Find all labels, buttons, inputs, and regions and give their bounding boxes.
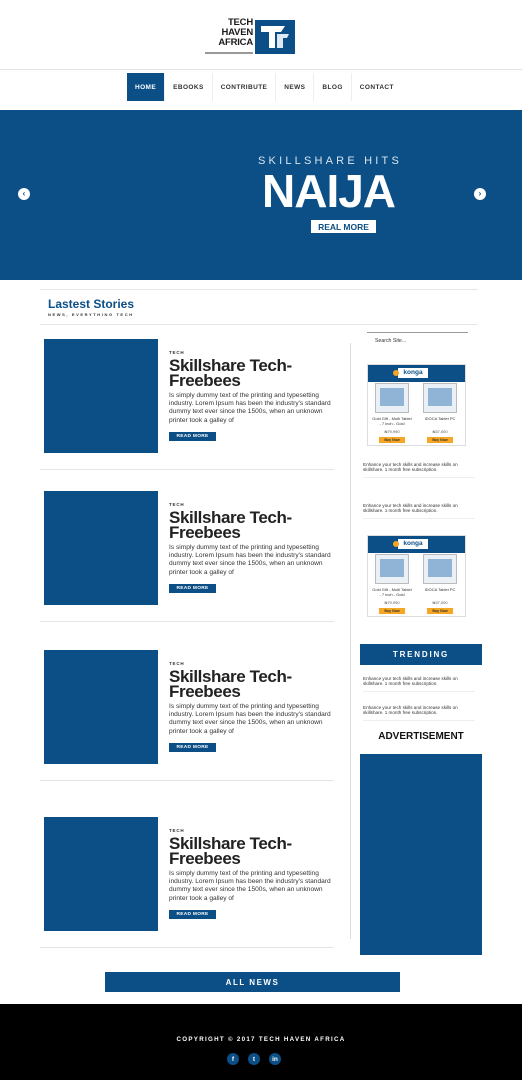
buy-now-button[interactable]: Buy Now <box>379 437 405 443</box>
konga-ad[interactable]: konga Gold Gift - Multi Tablet - 7 inch … <box>367 364 466 446</box>
post-thumbnail[interactable] <box>44 650 158 764</box>
post-card: TECH Skillshare Tech-Freebees Is simply … <box>40 330 334 470</box>
post-card: TECH Skillshare Tech-Freebees Is simply … <box>40 808 334 948</box>
post-thumbnail[interactable] <box>44 491 158 605</box>
read-more-button[interactable]: READ MORE <box>169 910 216 919</box>
sidebar-promo-text[interactable]: Enhance your tech skills and increase sk… <box>363 503 475 519</box>
nav-item-home[interactable]: HOME <box>127 73 165 101</box>
post-excerpt: Is simply dummy text of the printing and… <box>169 544 331 576</box>
post-title[interactable]: Skillshare Tech-Freebees <box>169 835 329 867</box>
main-nav: HOME EBOOKS CONTRIBUTE NEWS BLOG CONTACT <box>0 70 522 110</box>
search-input[interactable]: Search Site... <box>367 332 468 346</box>
section-subtitle: NEWS, EVERYTHING TECH <box>48 312 134 317</box>
tablet-product-image <box>423 554 457 584</box>
ad-product-price: ₦37,000 <box>432 429 448 434</box>
ad-product-name: Gold Gift - Multi Tablet - 7 inch - Gold <box>372 587 412 597</box>
post-category: TECH <box>169 661 185 666</box>
post-card: TECH Skillshare Tech-Freebees Is simply … <box>40 482 334 622</box>
ad-product-name: Gold Gift - Multi Tablet - 7 inch - Gold <box>372 416 412 426</box>
trending-item[interactable]: Enhance your tech skills and increase sk… <box>363 705 475 721</box>
post-title[interactable]: Skillshare Tech-Freebees <box>169 357 329 389</box>
chevron-right-icon[interactable]: › <box>474 188 486 200</box>
ad-product-name: IDOCA Tablet PC <box>424 587 456 592</box>
tablet-product-image <box>375 383 409 413</box>
post-excerpt: Is simply dummy text of the printing and… <box>169 703 331 735</box>
column-divider <box>350 343 351 939</box>
hero-read-more-button[interactable]: REAL MORE <box>311 220 376 233</box>
sidebar-promo-text[interactable]: Enhance your tech skills and increase sk… <box>363 462 475 478</box>
site-logo[interactable]: TECH HAVEN AFRICA <box>205 18 297 58</box>
ad-product-name: IDOCA Tablet PC <box>424 416 456 421</box>
chevron-left-icon[interactable]: ‹ <box>18 188 30 200</box>
hero-title: NAIJA <box>262 165 396 217</box>
nav-item-ebooks[interactable]: EBOOKS <box>164 73 212 101</box>
read-more-button[interactable]: READ MORE <box>169 743 216 752</box>
facebook-icon[interactable]: f <box>227 1053 239 1065</box>
post-excerpt: Is simply dummy text of the printing and… <box>169 870 331 902</box>
post-excerpt: Is simply dummy text of the printing and… <box>169 392 331 424</box>
trending-header: TRENDING <box>360 644 482 665</box>
logo-line3: AFRICA <box>218 37 253 48</box>
section-title: Lastest Stories <box>48 297 135 311</box>
site-header: TECH HAVEN AFRICA <box>0 0 522 70</box>
post-card: TECH Skillshare Tech-Freebees Is simply … <box>40 641 334 781</box>
linkedin-icon[interactable]: in <box>269 1053 281 1065</box>
buy-now-button[interactable]: Buy Now <box>427 608 453 614</box>
read-more-button[interactable]: READ MORE <box>169 584 216 593</box>
ad-banner: konga <box>368 365 465 382</box>
konga-ad[interactable]: konga Gold Gift - Multi Tablet - 7 inch … <box>367 535 466 617</box>
post-title[interactable]: Skillshare Tech-Freebees <box>169 509 329 541</box>
ad-banner: konga <box>368 536 465 553</box>
ad-product-price: ₦79,990 <box>384 429 400 434</box>
tablet-product-image <box>375 554 409 584</box>
logo-wordmark: TECH HAVEN AFRICA <box>205 18 253 48</box>
konga-logo: konga <box>393 368 428 378</box>
nav-item-contribute[interactable]: CONTRIBUTE <box>211 73 276 101</box>
copyright-text: COPYRIGHT © 2017 TECH HAVEN AFRICA <box>176 1036 346 1043</box>
twitter-icon[interactable]: t <box>248 1053 260 1065</box>
post-category: TECH <box>169 502 185 507</box>
post-title[interactable]: Skillshare Tech-Freebees <box>169 668 329 700</box>
trending-item[interactable]: Enhance your tech skills and increase sk… <box>363 676 475 692</box>
nav-item-contact[interactable]: CONTACT <box>350 73 402 101</box>
logo-mark-icon <box>255 20 295 54</box>
nav-item-blog[interactable]: BLOG <box>313 73 350 101</box>
latest-stories-header: Lastest Stories NEWS, EVERYTHING TECH <box>40 289 478 325</box>
nav-menu: HOME EBOOKS CONTRIBUTE NEWS BLOG CONTACT <box>127 73 402 101</box>
all-news-button[interactable]: ALL NEWS <box>105 972 400 992</box>
logo-tagline-bar <box>205 52 253 54</box>
nav-item-news[interactable]: NEWS <box>275 73 313 101</box>
post-thumbnail[interactable] <box>44 817 158 931</box>
konga-logo: konga <box>393 539 428 549</box>
post-category: TECH <box>169 350 185 355</box>
advertisement-slot[interactable] <box>360 754 482 955</box>
site-footer: COPYRIGHT © 2017 TECH HAVEN AFRICA f t i… <box>0 1004 522 1080</box>
ad-product-price: ₦79,990 <box>384 600 400 605</box>
buy-now-button[interactable]: Buy Now <box>427 437 453 443</box>
hero-slider: SKILLSHARE HITS NAIJA REAL MORE ‹ › <box>0 110 522 280</box>
social-links: f t in <box>227 1053 281 1065</box>
ad-product-price: ₦37,000 <box>432 600 448 605</box>
read-more-button[interactable]: READ MORE <box>169 432 216 441</box>
buy-now-button[interactable]: Buy Now <box>379 608 405 614</box>
tablet-product-image <box>423 383 457 413</box>
advertisement-title: ADVERTISEMENT <box>378 731 464 742</box>
post-category: TECH <box>169 828 185 833</box>
post-thumbnail[interactable] <box>44 339 158 453</box>
